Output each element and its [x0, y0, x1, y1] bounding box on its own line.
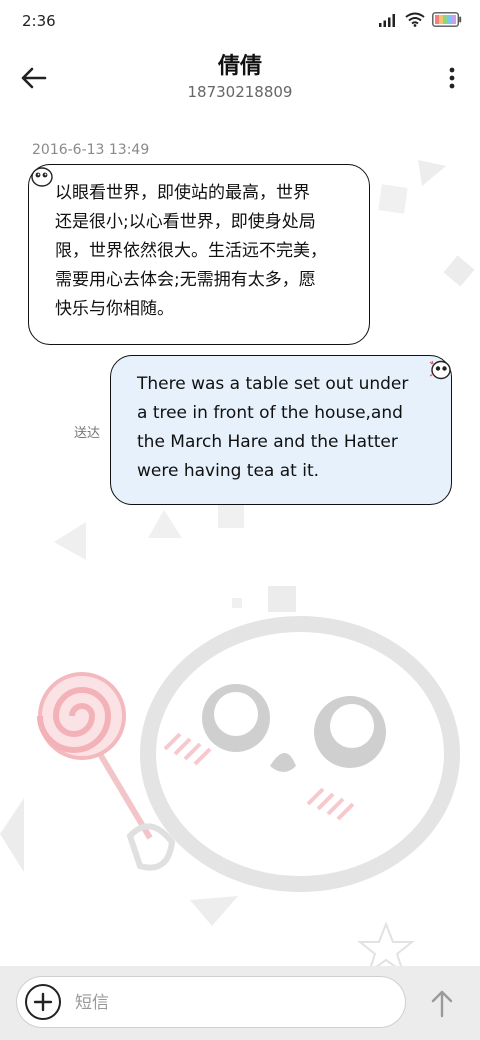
delivery-status: 送达 [74, 426, 101, 441]
message-line: 还是很小;以心看世界，即使身处局 [55, 212, 316, 232]
status-icons [378, 12, 462, 27]
more-options-button[interactable] [444, 64, 460, 94]
add-attachment-button[interactable] [25, 984, 61, 1020]
compose-box [16, 976, 406, 1028]
message-line: were having tea at it. [137, 461, 320, 481]
contact-phone-number: 18730218809 [187, 83, 293, 101]
plus-circle-icon [33, 992, 53, 1012]
sticker-face-icon [429, 360, 451, 380]
incoming-message-bubble[interactable]: 以眼看世界，即使站的最高，世界 还是很小;以心看世界，即使身处局 限，世界依然很… [28, 164, 370, 345]
message-timestamp: 2016-6-13 13:49 [32, 142, 150, 158]
status-time: 2:36 [22, 12, 56, 30]
contact-title: 倩倩 18730218809 [0, 52, 480, 102]
message-line: 以眼看世界，即使站的最高，世界 [55, 183, 310, 203]
signal-icon [379, 13, 395, 27]
wifi-icon [405, 12, 425, 27]
message-input[interactable] [73, 987, 387, 1019]
status-bar: 2:36 [0, 0, 480, 44]
arrow-up-icon [431, 990, 453, 1018]
message-line: 需要用心去体会;无需拥有太多，愿 [55, 270, 316, 290]
contact-name: 倩倩 [217, 54, 262, 79]
message-line: a tree in front of the house,and [137, 403, 403, 423]
send-button[interactable] [426, 986, 458, 1020]
outgoing-message-bubble[interactable]: There was a table set out under a tree i… [110, 355, 452, 505]
message-line: 快乐与你相随。 [55, 299, 174, 319]
sticker-face-icon [31, 167, 53, 187]
battery-icon [432, 12, 462, 27]
conversation-header: 倩倩 18730218809 [0, 44, 480, 114]
message-line: the March Hare and the Hatter [137, 432, 398, 452]
compose-bar [0, 966, 480, 1040]
message-line: 限，世界依然很大。生活远不完美， [55, 241, 327, 261]
message-line: There was a table set out under [137, 374, 409, 394]
more-vertical-icon [449, 67, 455, 89]
